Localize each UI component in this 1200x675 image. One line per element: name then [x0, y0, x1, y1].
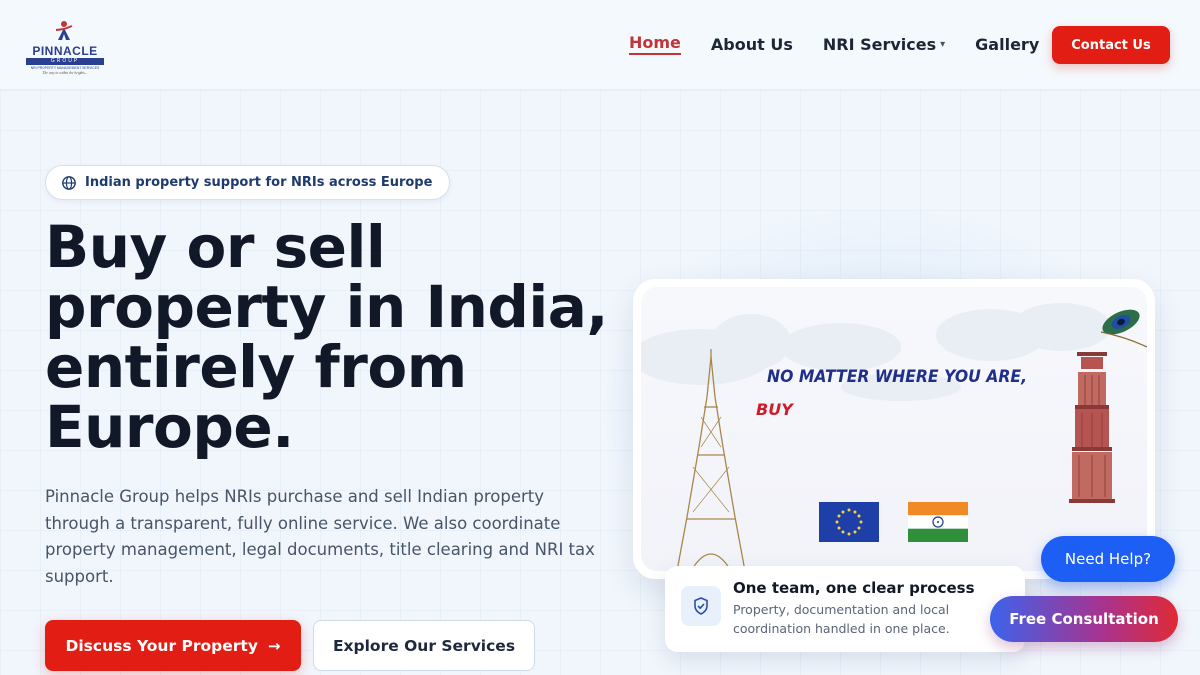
process-info-card: One team, one clear process Property, do… [665, 566, 1025, 652]
info-card-text: Property, documentation and local coordi… [733, 602, 950, 636]
media-headline-text: NO MATTER WHERE YOU ARE, [767, 367, 1028, 387]
hero-pill-badge: Indian property support for NRIs across … [45, 165, 450, 200]
discuss-property-label: Discuss Your Property [65, 636, 258, 655]
logo-mark-icon [55, 21, 73, 40]
media-buy-text: BUY [756, 400, 793, 419]
explore-services-button[interactable]: Explore Our Services [313, 620, 535, 671]
nav-home[interactable]: Home [629, 33, 681, 55]
arrow-right-icon: → [267, 636, 281, 655]
logo-bar: GROUP [26, 58, 104, 65]
nav-gallery-label: Gallery [975, 34, 1040, 54]
hero-media-card: NO MATTER WHERE YOU ARE, BUY [633, 279, 1155, 579]
nav-services-label: NRI Services [822, 34, 937, 54]
hero-headline: Buy or sell property in India, entirely … [45, 213, 608, 461]
need-help-button[interactable]: Need Help? [1041, 536, 1175, 582]
hero-description: Pinnacle Group helps NRIs purchase and s… [45, 487, 595, 586]
nav-home-label: Home [629, 33, 681, 52]
nav-nri-services[interactable]: NRI Services ▾ [823, 35, 945, 54]
nav-about-label: About Us [710, 34, 793, 54]
hero-illustration: NO MATTER WHERE YOU ARE, BUY [641, 287, 1147, 571]
site-header: PINNACLE GROUP NRI PROPERTY MANAGEMENT S… [0, 0, 1200, 90]
hero-pill-text: Indian property support for NRIs across … [85, 175, 433, 190]
nav-about-us[interactable]: About Us [711, 35, 793, 54]
logo-tagline: The way to within the heights... [42, 71, 88, 75]
logo[interactable]: PINNACLE GROUP NRI PROPERTY MANAGEMENT S… [24, 20, 106, 76]
india-flag-icon [908, 502, 968, 542]
info-card-title: One team, one clear process [733, 579, 975, 597]
contact-us-button[interactable]: Contact Us [1052, 26, 1170, 64]
discuss-property-button[interactable]: Discuss Your Property → [45, 620, 301, 671]
skyline-illustration [641, 303, 1147, 571]
logo-wordmark: PINNACLE [32, 44, 98, 58]
shield-check-icon [681, 586, 721, 626]
globe-icon [62, 175, 76, 190]
eu-flag-icon [819, 502, 879, 542]
nav-gallery[interactable]: Gallery [975, 35, 1039, 54]
chevron-down-icon: ▾ [940, 38, 946, 50]
free-consultation-button[interactable]: Free Consultation [990, 596, 1178, 642]
peacock-feather-icon [1100, 309, 1147, 348]
qutub-minar-icon [1069, 352, 1115, 503]
logo-subtitle: NRI PROPERTY MANAGEMENT SERVICES [30, 66, 100, 70]
main-nav: Home About Us NRI Services ▾ Gallery [629, 33, 1069, 55]
